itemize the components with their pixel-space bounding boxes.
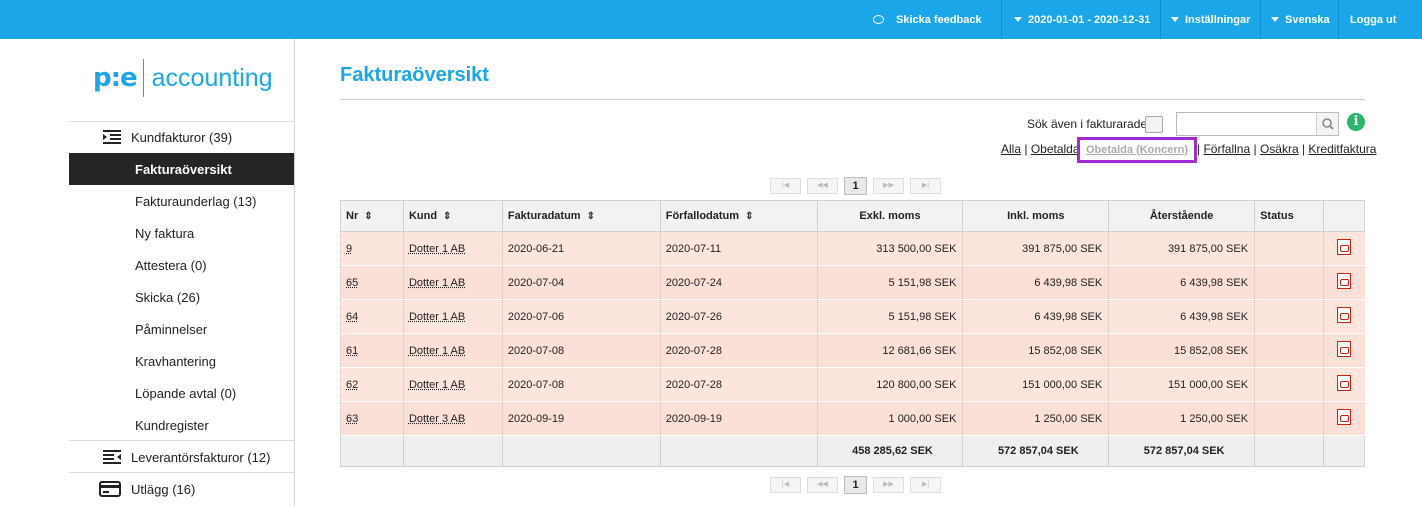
caret-down-icon xyxy=(1171,17,1179,22)
sidebar-item-debt-collection[interactable]: Kravhantering xyxy=(69,345,294,377)
sidebar-item-customer-register[interactable]: Kundregister xyxy=(69,409,294,441)
col-incl-vat: Inkl. moms xyxy=(962,200,1110,232)
invoice-number-link[interactable]: 63 xyxy=(346,413,358,425)
next-page-button[interactable]: ▶▶ xyxy=(873,178,904,194)
search-input[interactable] xyxy=(1176,112,1339,136)
logo[interactable]: p:e accounting xyxy=(93,59,273,97)
filter-unpaid-group[interactable]: Obetalda (Koncern) xyxy=(1077,137,1197,163)
table-row: 9 Dotter 1 AB 2020-06-21 2020-07-11 313 … xyxy=(340,231,1365,266)
sidebar-item-customer-invoices[interactable]: Kundfakturor (39) xyxy=(69,121,294,153)
total-remaining: 572 857,04 SEK xyxy=(1108,435,1256,467)
customer-link[interactable]: Dotter 1 AB xyxy=(409,379,465,391)
filter-links: Alla | Obetalda xyxy=(1001,142,1080,156)
sidebar-item-invoice-overview[interactable]: Fakturaöversikt xyxy=(69,153,294,185)
top-bar: Skicka feedback 2020-01-01 - 2020-12-31 … xyxy=(0,0,1422,39)
last-page-button[interactable]: ▶| xyxy=(910,477,941,493)
pager-top: |◀ ◀◀ 1 ▶▶ ▶| xyxy=(770,177,947,196)
col-nr[interactable]: Nr ⇕ xyxy=(340,200,404,232)
col-due-date[interactable]: Förfallodatum ⇕ xyxy=(659,200,818,232)
totals-row: 458 285,62 SEK 572 857,04 SEK 572 857,04… xyxy=(340,435,1365,467)
sort-icon: ⇕ xyxy=(364,211,373,222)
first-page-button[interactable]: |◀ xyxy=(770,477,801,493)
info-icon[interactable]: i xyxy=(1347,113,1365,131)
period-dropdown[interactable]: 2020-01-01 - 2020-12-31 xyxy=(1014,0,1150,39)
invoice-number-link[interactable]: 9 xyxy=(346,243,352,255)
sort-icon: ⇕ xyxy=(745,211,754,222)
table-row: 63 Dotter 3 AB 2020-09-19 2020-09-19 1 0… xyxy=(340,401,1365,436)
filter-credit-invoice[interactable]: Kreditfaktura xyxy=(1308,142,1376,156)
col-customer[interactable]: Kund ⇕ xyxy=(402,200,503,232)
table-row: 65 Dotter 1 AB 2020-07-04 2020-07-24 5 1… xyxy=(340,265,1365,300)
filter-unpaid[interactable]: Obetalda xyxy=(1031,142,1080,156)
caret-down-icon xyxy=(1014,17,1022,22)
last-page-button[interactable]: ▶| xyxy=(910,178,941,194)
credit-card-icon xyxy=(99,481,121,497)
current-page[interactable]: 1 xyxy=(844,476,867,494)
sort-icon: ⇕ xyxy=(586,211,595,222)
sidebar-item-reminders[interactable]: Påminnelser xyxy=(69,313,294,345)
invoice-number-link[interactable]: 62 xyxy=(346,379,358,391)
pdf-icon[interactable] xyxy=(1337,341,1352,357)
current-page[interactable]: 1 xyxy=(844,177,867,195)
customer-link[interactable]: Dotter 3 AB xyxy=(409,413,465,425)
outdent-list-icon xyxy=(103,450,121,464)
filter-all[interactable]: Alla xyxy=(1001,142,1021,156)
invoice-number-link[interactable]: 65 xyxy=(346,277,358,289)
settings-dropdown[interactable]: Inställningar xyxy=(1171,0,1250,39)
col-excl-vat: Exkl. moms xyxy=(816,200,964,232)
filter-overdue[interactable]: Förfallna xyxy=(1203,142,1250,156)
total-excl-vat: 458 285,62 SEK xyxy=(816,435,964,467)
col-status: Status xyxy=(1254,200,1324,232)
sort-icon: ⇕ xyxy=(443,211,452,222)
invoice-number-link[interactable]: 64 xyxy=(346,311,358,323)
first-page-button[interactable]: |◀ xyxy=(770,178,801,194)
pdf-icon[interactable] xyxy=(1337,409,1352,425)
total-incl-vat: 572 857,04 SEK xyxy=(962,435,1110,467)
sidebar-item-expenses[interactable]: Utlägg (16) xyxy=(69,473,294,505)
sidebar-item-invoice-basis[interactable]: Fakturaunderlag (13) xyxy=(69,185,294,217)
search-icon xyxy=(1322,118,1334,130)
col-remaining: Återstående xyxy=(1108,200,1256,232)
search-lines-checkbox[interactable] xyxy=(1145,116,1163,133)
chat-bubble-icon xyxy=(873,15,884,24)
language-dropdown[interactable]: Svenska xyxy=(1271,0,1330,39)
search-lines-label: Sök även i fakturarader xyxy=(1027,117,1152,131)
prev-page-button[interactable]: ◀◀ xyxy=(807,178,838,194)
sidebar-item-send[interactable]: Skicka (26) xyxy=(69,281,294,313)
page-title: Fakturaöversikt xyxy=(340,64,489,86)
pdf-icon[interactable] xyxy=(1337,273,1352,289)
sidebar-item-recurring-agreements[interactable]: Löpande avtal (0) xyxy=(69,377,294,409)
table-row: 62 Dotter 1 AB 2020-07-08 2020-07-28 120… xyxy=(340,367,1365,402)
caret-down-icon xyxy=(1271,17,1279,22)
next-page-button[interactable]: ▶▶ xyxy=(873,477,904,493)
customer-link[interactable]: Dotter 1 AB xyxy=(409,311,465,323)
invoice-table: Nr ⇕ Kund ⇕ Fakturadatum ⇕ Förfallodatum ⇕ E… xyxy=(340,200,1365,467)
table-row: 61 Dotter 1 AB 2020-07-08 2020-07-28 12 … xyxy=(340,333,1365,368)
invoice-number-link[interactable]: 61 xyxy=(346,345,358,357)
sidebar-item-new-invoice[interactable]: Ny faktura xyxy=(69,217,294,249)
pdf-icon[interactable] xyxy=(1337,375,1352,391)
pdf-icon[interactable] xyxy=(1337,239,1352,255)
pdf-icon[interactable] xyxy=(1337,307,1352,323)
indent-list-icon xyxy=(103,130,121,144)
table-row: 64 Dotter 1 AB 2020-07-06 2020-07-26 5 1… xyxy=(340,299,1365,334)
logout-link[interactable]: Logga ut xyxy=(1350,0,1396,39)
pager-bottom: |◀ ◀◀ 1 ▶▶ ▶| xyxy=(770,476,947,495)
sidebar-item-approve[interactable]: Attestera (0) xyxy=(69,249,294,281)
search-button[interactable] xyxy=(1316,113,1338,135)
prev-page-button[interactable]: ◀◀ xyxy=(807,477,838,493)
customer-link[interactable]: Dotter 1 AB xyxy=(409,243,465,255)
customer-link[interactable]: Dotter 1 AB xyxy=(409,345,465,357)
filter-uncertain[interactable]: Osäkra xyxy=(1260,142,1299,156)
feedback-link[interactable]: Skicka feedback xyxy=(873,0,982,39)
sidebar-item-supplier-invoices[interactable]: Leverantörsfakturor (12) xyxy=(69,441,294,473)
col-invoice-date[interactable]: Fakturadatum ⇕ xyxy=(501,200,661,232)
customer-link[interactable]: Dotter 1 AB xyxy=(409,277,465,289)
